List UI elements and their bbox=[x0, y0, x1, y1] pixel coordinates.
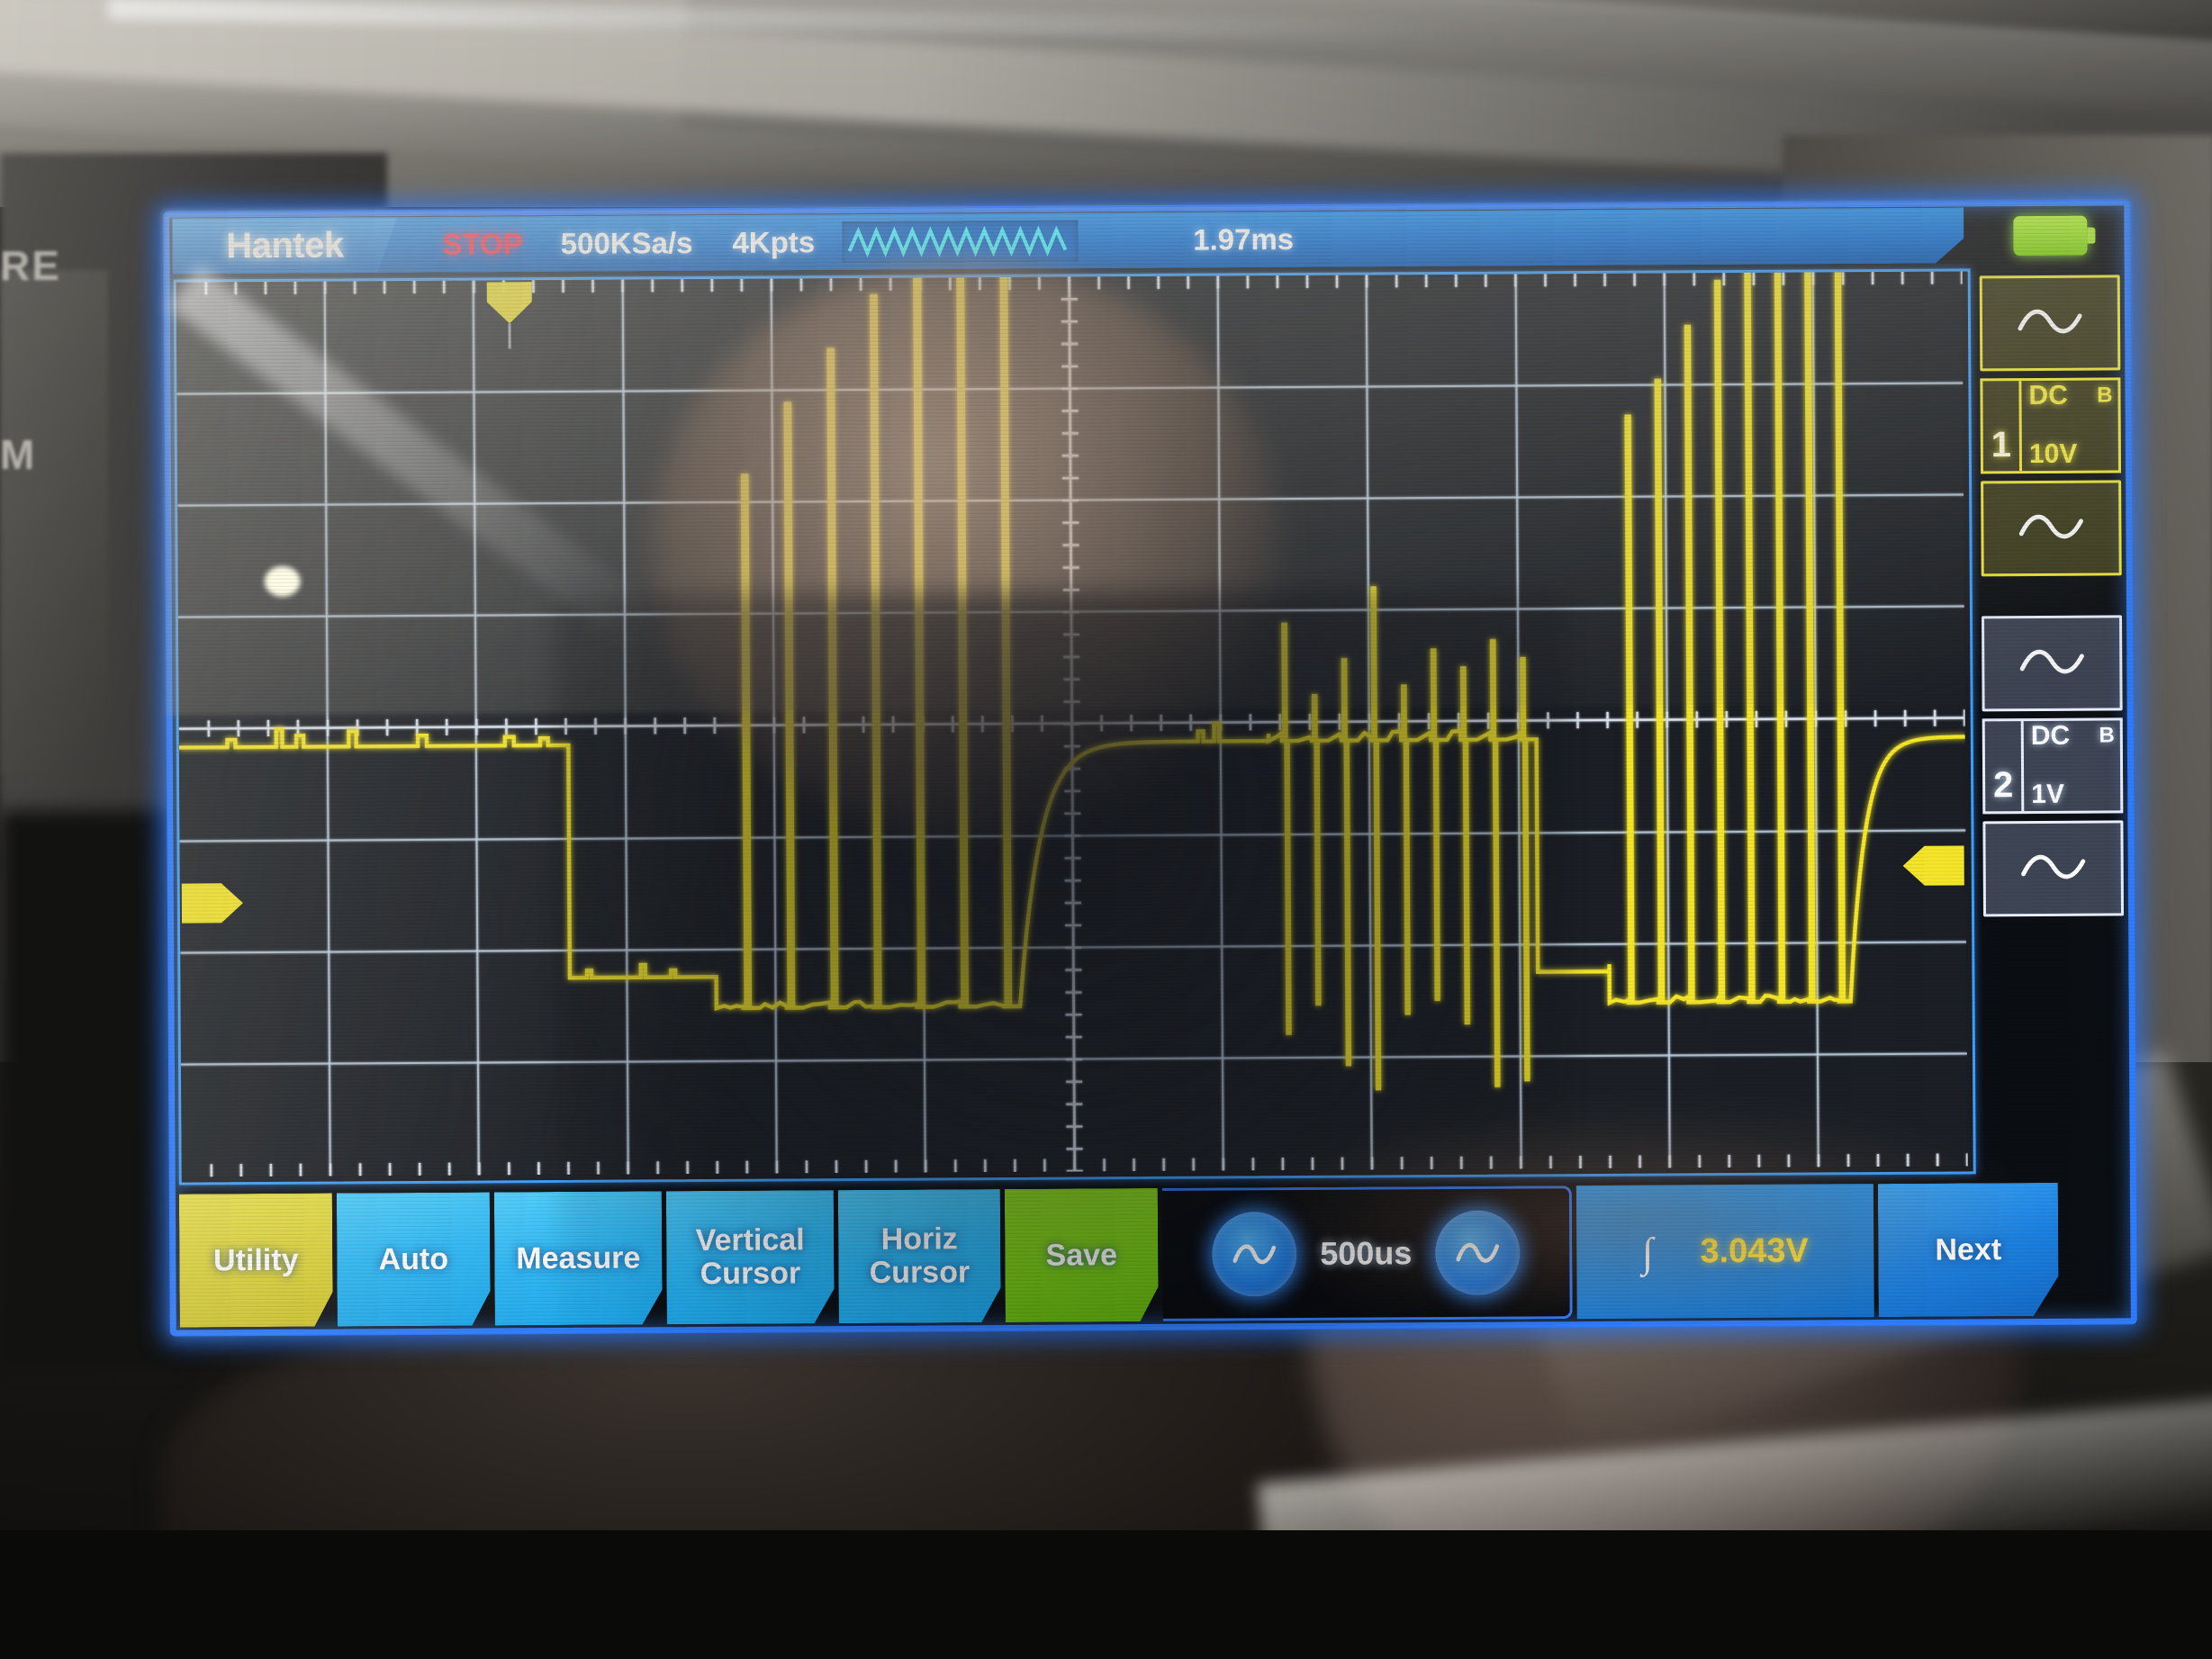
softkey-save[interactable]: Save bbox=[1005, 1188, 1159, 1322]
brand-label: Hantek bbox=[226, 224, 344, 266]
timebase-control-group: 500us bbox=[1161, 1186, 1573, 1321]
wave-decrease-icon bbox=[1232, 1244, 1277, 1265]
sample-rate-label: 500KSa/s bbox=[560, 226, 693, 260]
memory-depth-label: 4Kpts bbox=[732, 225, 816, 259]
softkey-auto-label: Auto bbox=[378, 1241, 449, 1276]
sine-wave-icon bbox=[2021, 854, 2086, 879]
ch1-bandwidth: B bbox=[2097, 383, 2113, 408]
ch2-info-panel[interactable]: 2 DC B 1V bbox=[1982, 717, 2124, 815]
sine-wave-icon bbox=[2019, 649, 2084, 674]
ch2-number: 2 bbox=[1992, 765, 2014, 806]
waveform-plot-area[interactable] bbox=[173, 268, 1976, 1186]
ch2-wave-toggle[interactable] bbox=[1981, 615, 2123, 712]
ch1-wave-toggle-secondary[interactable] bbox=[1981, 480, 2122, 577]
ch2-bandwidth: B bbox=[2099, 723, 2115, 748]
softkey-vertical-cursor[interactable]: Vertical Cursor bbox=[666, 1190, 835, 1324]
ch1-info-panel[interactable]: 1 DC B 10V bbox=[1980, 377, 2122, 474]
softkey-utility[interactable]: Utility bbox=[179, 1194, 333, 1328]
softkey-vertical-cursor-label: Vertical Cursor bbox=[695, 1222, 805, 1292]
next-button[interactable]: Next bbox=[1878, 1183, 2059, 1317]
ch1-wave-toggle[interactable] bbox=[1979, 275, 2121, 372]
ch2-wave-toggle-secondary[interactable] bbox=[1982, 820, 2125, 917]
softkey-auto[interactable]: Auto bbox=[337, 1192, 491, 1326]
integral-icon: ∫ bbox=[1641, 1229, 1654, 1276]
measurement-value: 3.043V bbox=[1700, 1231, 1809, 1270]
sine-wave-icon bbox=[2018, 514, 2083, 539]
oscilloscope-screen: Hantek STOP 500KSa/s 4Kpts 1.97ms 1 DC B… bbox=[163, 199, 2137, 1344]
ch2-coupling: DC bbox=[2030, 720, 2071, 752]
softkey-bar: Utility Auto Measure Vertical Cursor Hor… bbox=[179, 1182, 2126, 1327]
ch1-coupling: DC bbox=[2028, 380, 2068, 411]
wall-letters: RE M bbox=[0, 171, 63, 549]
run-stop-status[interactable]: STOP bbox=[442, 227, 522, 262]
timebase-increase-button[interactable] bbox=[1435, 1210, 1521, 1296]
ch2-scale: 1V bbox=[2031, 780, 2065, 810]
ch1-scale: 10V bbox=[2028, 439, 2078, 470]
softkey-measure-label: Measure bbox=[516, 1240, 641, 1276]
softkey-utility-label: Utility bbox=[212, 1242, 299, 1278]
sine-wave-icon bbox=[2018, 309, 2082, 334]
timebase-value: 500us bbox=[1320, 1234, 1413, 1272]
wall-letter-1: RE bbox=[0, 242, 61, 289]
softkey-horiz-cursor[interactable]: Horiz Cursor bbox=[838, 1189, 1001, 1323]
waveform-preview-icon bbox=[842, 220, 1078, 263]
wall-letter-2: M bbox=[0, 431, 37, 478]
wave-increase-icon bbox=[1456, 1243, 1500, 1263]
ch1-number: 1 bbox=[1991, 425, 2012, 465]
status-bar: Hantek STOP 500KSa/s 4Kpts 1.97ms bbox=[172, 207, 1964, 274]
next-button-label: Next bbox=[1935, 1231, 2002, 1267]
softkey-save-label: Save bbox=[1045, 1237, 1118, 1273]
channel-sidebar: 1 DC B 10V 2 DC B 1V bbox=[1979, 215, 2129, 1168]
bottom-shadow bbox=[0, 1530, 2212, 1659]
softkey-measure[interactable]: Measure bbox=[494, 1191, 663, 1325]
trigger-position-label: 1.97ms bbox=[1193, 222, 1295, 257]
softkey-horiz-cursor-label: Horiz Cursor bbox=[869, 1222, 971, 1290]
timebase-decrease-button[interactable] bbox=[1211, 1212, 1297, 1297]
brand-logo: Hantek bbox=[172, 217, 397, 275]
waveform-svg bbox=[176, 271, 1968, 1177]
measurement-readout[interactable]: ∫ 3.043V bbox=[1575, 1184, 1874, 1320]
battery-full-icon bbox=[2013, 215, 2088, 257]
